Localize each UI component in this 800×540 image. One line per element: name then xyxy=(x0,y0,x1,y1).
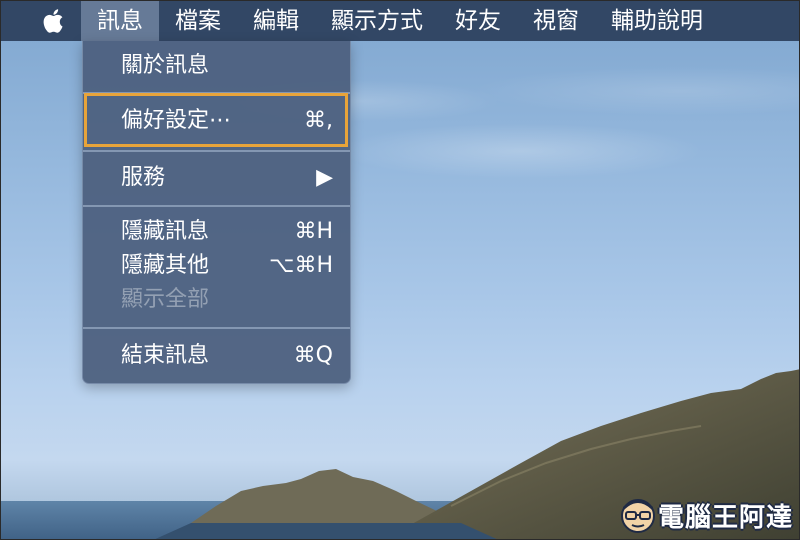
menubar-item-view[interactable]: 顯示方式 xyxy=(315,1,439,41)
menu-item-services[interactable]: 服務 ▶ xyxy=(83,161,350,195)
shortcut-label: ⌘Q xyxy=(293,343,333,368)
menu-separator xyxy=(83,205,350,207)
menu-item-about[interactable]: 關於訊息 xyxy=(83,49,350,83)
menu-separator xyxy=(83,150,350,152)
menubar-item-file[interactable]: 檔案 xyxy=(159,1,237,41)
submenu-arrow-icon: ▶ xyxy=(316,165,333,190)
menu-item-label: 關於訊息 xyxy=(121,53,210,78)
menu-item-quit[interactable]: 結束訊息 ⌘Q xyxy=(83,339,350,373)
menu-item-label: 隱藏其他 xyxy=(121,253,210,278)
shortcut-label: ⌥⌘H xyxy=(269,253,333,278)
menu-item-label: 顯示全部 xyxy=(121,287,210,312)
menubar-item-edit[interactable]: 編輯 xyxy=(237,1,315,41)
menubar-item-help[interactable]: 輔助說明 xyxy=(595,1,719,41)
shortcut-label: ⌘H xyxy=(294,219,333,244)
screen-frame: 訊息 檔案 編輯 顯示方式 好友 視窗 輔助說明 關於訊息 偏好設定⋯ ⌘, 服… xyxy=(0,0,800,540)
mascot-face-icon xyxy=(620,499,655,533)
menu-item-hide-messages[interactable]: 隱藏訊息 ⌘H xyxy=(83,215,350,249)
menu-item-label: 服務 xyxy=(121,165,166,190)
watermark-text: 電腦王阿達 xyxy=(657,502,793,533)
menubar-item-messages[interactable]: 訊息 xyxy=(81,1,159,41)
menu-bar: 訊息 檔案 編輯 顯示方式 好友 視窗 輔助說明 xyxy=(1,1,799,41)
menubar-item-buddies[interactable]: 好友 xyxy=(439,1,517,41)
apple-logo-icon[interactable] xyxy=(39,7,67,35)
menu-item-label: 隱藏訊息 xyxy=(121,219,210,244)
menu-item-label: 結束訊息 xyxy=(121,343,210,368)
menubar-item-window[interactable]: 視窗 xyxy=(517,1,595,41)
watermark: 電腦王阿達 xyxy=(618,495,793,535)
messages-dropdown-menu: 關於訊息 偏好設定⋯ ⌘, 服務 ▶ 隱藏訊息 ⌘H 隱藏其他 ⌥⌘H 顯示全部… xyxy=(82,41,351,384)
menu-separator xyxy=(83,327,350,329)
highlight-box xyxy=(84,93,348,147)
menu-item-show-all: 顯示全部 xyxy=(83,283,350,317)
menu-item-hide-others[interactable]: 隱藏其他 ⌥⌘H xyxy=(83,249,350,283)
